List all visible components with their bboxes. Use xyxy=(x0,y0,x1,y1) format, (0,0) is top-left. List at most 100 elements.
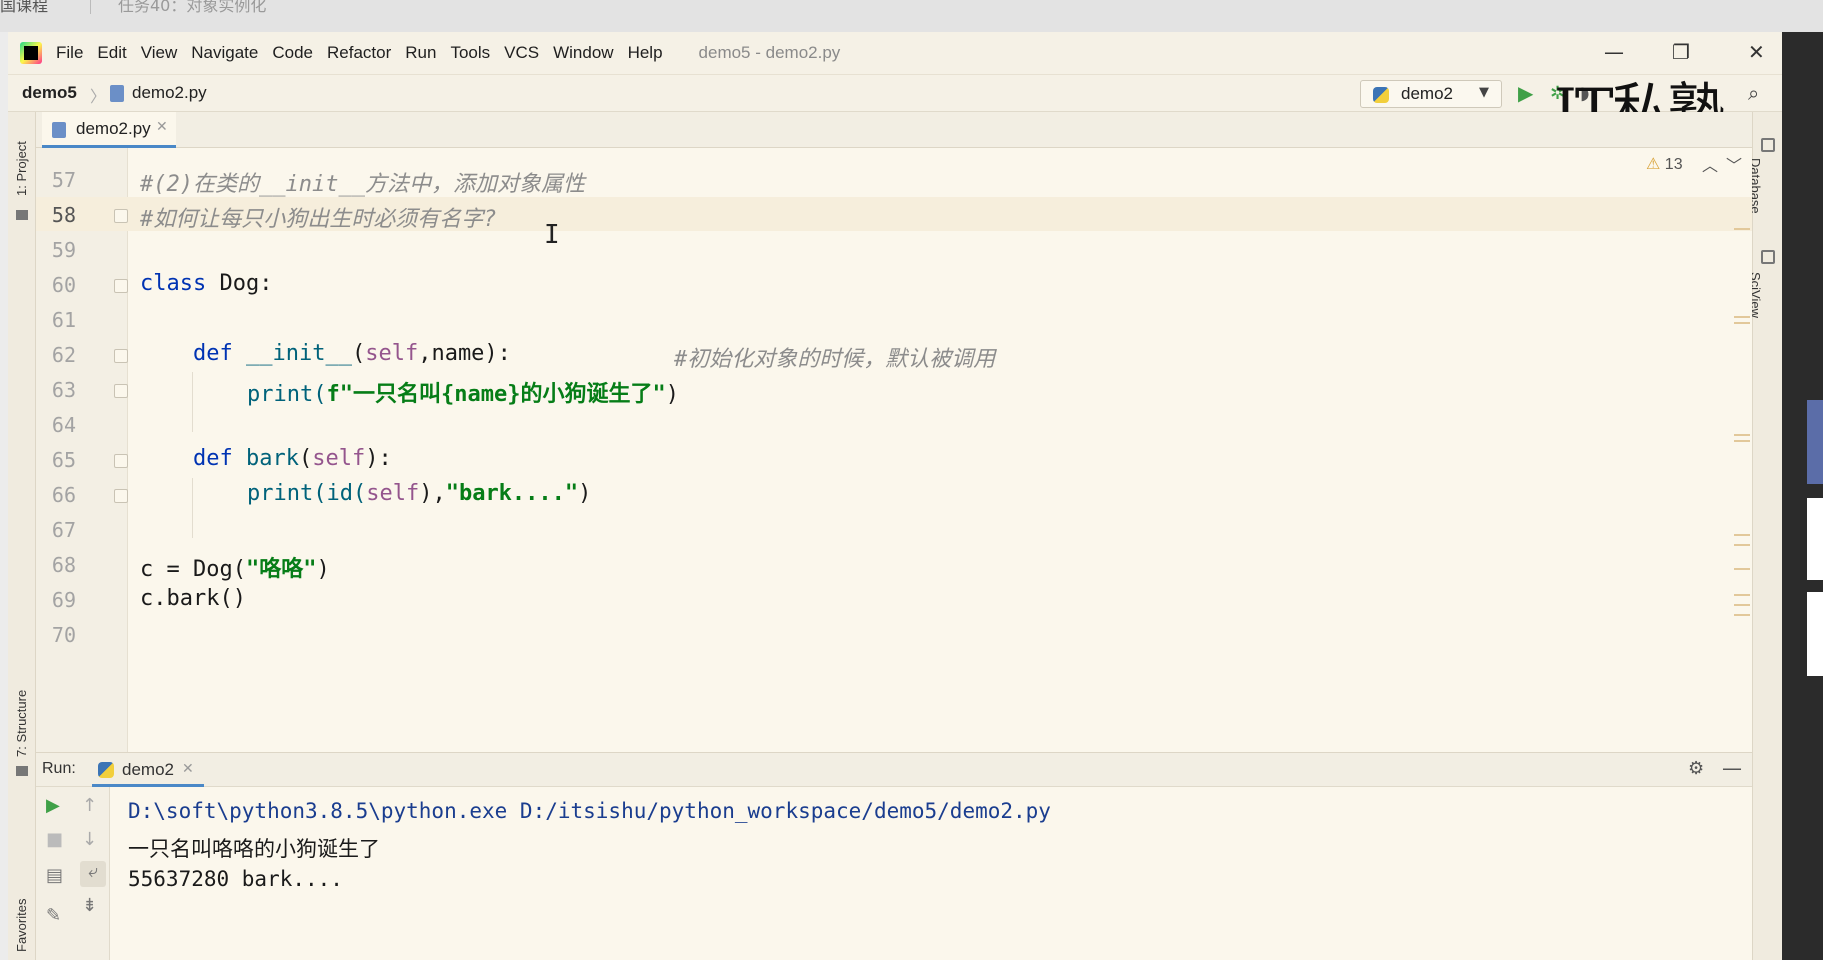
menu-bar: File Edit View Navigate Code Refactor Ru… xyxy=(8,32,1782,74)
code-string: f"一只名叫{name}的小狗诞生了" xyxy=(326,382,666,407)
ide-window: File Edit View Navigate Code Refactor Ru… xyxy=(8,32,1782,960)
folder-icon xyxy=(16,210,28,220)
error-stripe-marker[interactable] xyxy=(1734,228,1750,230)
right-border-block xyxy=(1807,498,1823,580)
error-stripe-marker[interactable] xyxy=(1734,434,1750,436)
menu-code[interactable]: Code xyxy=(272,43,313,63)
code-string: "bark...." xyxy=(445,481,579,506)
code-line: class Dog: xyxy=(140,271,272,296)
python-icon xyxy=(98,762,114,778)
error-stripe-marker[interactable] xyxy=(1734,322,1750,324)
gear-icon[interactable]: ⚙ xyxy=(1688,758,1704,779)
rerun-icon[interactable]: ▶ xyxy=(46,795,60,816)
error-stripe-marker[interactable] xyxy=(1734,568,1750,570)
close-tab-icon[interactable]: ✕ xyxy=(182,761,194,777)
layout-icon[interactable]: ▤ xyxy=(46,865,63,886)
line-number: 70 xyxy=(51,623,76,647)
stop-icon[interactable]: ■ xyxy=(46,829,63,850)
next-highlight-icon[interactable]: ﹀ xyxy=(1726,152,1742,176)
error-stripe-marker[interactable] xyxy=(1734,440,1750,442)
window-title: demo5 - demo2.py xyxy=(698,43,841,62)
editor-tab-label: demo2.py xyxy=(76,119,151,138)
menu-refactor[interactable]: Refactor xyxy=(327,43,391,63)
fold-marker[interactable] xyxy=(114,209,128,223)
code-function: bark xyxy=(246,446,299,471)
run-icon[interactable]: ▶ xyxy=(1518,81,1533,105)
minimize-button[interactable]: — xyxy=(1604,40,1624,64)
editor-tab-demo2[interactable]: demo2.py ✕ xyxy=(42,112,176,148)
menu-edit[interactable]: Edit xyxy=(97,43,126,63)
code-text: ): xyxy=(365,446,392,471)
line-number: 65 xyxy=(51,448,76,472)
pin-icon[interactable]: ✎ xyxy=(46,905,61,926)
code-text: ), xyxy=(419,481,446,506)
line-number: 67 xyxy=(51,518,76,542)
code-text: c = Dog( xyxy=(140,557,246,582)
right-border xyxy=(1782,32,1823,960)
code-line: c.bark() xyxy=(140,586,246,611)
menu-window[interactable]: Window xyxy=(553,43,613,63)
code-keyword: def xyxy=(193,446,233,471)
fold-marker[interactable] xyxy=(114,454,128,468)
error-stripe-marker[interactable] xyxy=(1734,614,1750,616)
breadcrumb-chevron-icon: 〉 xyxy=(90,87,107,106)
error-stripe-marker[interactable] xyxy=(1734,534,1750,536)
line-number: 59 xyxy=(51,238,76,262)
tool-tab-project[interactable]: 1: Project xyxy=(14,141,29,196)
inspections-widget[interactable]: ⚠ 13 xyxy=(1646,154,1683,174)
restore-button[interactable]: ❐ xyxy=(1672,40,1690,64)
error-stripe-marker[interactable] xyxy=(1734,316,1750,318)
previous-highlight-icon[interactable]: ︿ xyxy=(1702,152,1718,176)
code-text: ( xyxy=(298,446,313,471)
line-number: 61 xyxy=(51,308,76,332)
code-text: ( xyxy=(351,341,366,366)
scroll-to-end-icon[interactable]: ⇟ xyxy=(82,895,97,916)
soft-wrap-icon[interactable]: ⤶ xyxy=(80,861,106,887)
code-text: Dog: xyxy=(206,271,273,296)
code-editor[interactable]: 56 57 58 59 60 61 62 63 64 65 66 67 68 6… xyxy=(36,148,1752,752)
menu-run[interactable]: Run xyxy=(405,43,436,63)
code-self: self xyxy=(366,481,420,506)
minimize-panel-icon[interactable]: — xyxy=(1722,756,1742,780)
error-stripe-marker[interactable] xyxy=(1734,604,1750,606)
fold-marker[interactable] xyxy=(114,349,128,363)
fold-marker[interactable] xyxy=(114,489,128,503)
menu-view[interactable]: View xyxy=(141,43,178,63)
run-tab-demo2[interactable]: demo2 xyxy=(122,760,174,780)
line-number: 62 xyxy=(51,343,76,367)
top-strip: 国课程 任务40：对象实例化 xyxy=(0,0,1823,32)
error-stripe-marker[interactable] xyxy=(1734,594,1750,596)
run-toolbar: ▶ ■ ↑ ↓ ▤ ⤶ ✎ ⇟ xyxy=(36,787,110,960)
python-file-icon xyxy=(52,122,66,138)
close-window-button[interactable]: ✕ xyxy=(1748,40,1765,64)
menu-navigate[interactable]: Navigate xyxy=(191,43,258,63)
code-text: ) xyxy=(665,382,679,407)
error-stripe-marker[interactable] xyxy=(1734,544,1750,546)
fold-marker[interactable] xyxy=(114,279,128,293)
run-configuration-select[interactable]: demo2 ▼ xyxy=(1360,80,1502,108)
tool-tab-structure[interactable]: 7: Structure xyxy=(14,690,29,757)
up-arrow-icon[interactable]: ↑ xyxy=(82,795,97,816)
code-text: c.bark() xyxy=(140,586,246,611)
breadcrumb-project[interactable]: demo5 xyxy=(22,83,77,103)
search-icon[interactable]: ⌕ xyxy=(1748,81,1759,105)
menu-file[interactable]: File xyxy=(56,43,83,63)
line-number: 68 xyxy=(51,553,76,577)
menu-help[interactable]: Help xyxy=(628,43,663,63)
line-number: 63 xyxy=(51,378,76,402)
run-label: Run: xyxy=(42,760,76,777)
close-tab-icon[interactable]: ✕ xyxy=(156,119,168,135)
code-line: #如何让每只小狗出生时必须有名字? xyxy=(140,201,497,233)
breadcrumb-file[interactable]: demo2.py xyxy=(132,83,207,103)
line-number: 57 xyxy=(51,168,76,192)
tool-tab-favorites[interactable]: Favorites xyxy=(14,899,29,952)
line-number: 66 xyxy=(51,483,76,507)
down-arrow-icon[interactable]: ↓ xyxy=(82,829,97,850)
console-command-line: D:\soft\python3.8.5\python.exe D:/itsish… xyxy=(128,799,1051,823)
code-self: self xyxy=(312,446,366,471)
python-icon xyxy=(1373,87,1389,103)
menu-vcs[interactable]: VCS xyxy=(504,43,539,63)
fold-marker[interactable] xyxy=(114,384,128,398)
menu-tools[interactable]: Tools xyxy=(450,43,490,63)
text-cursor-icon: I xyxy=(544,220,560,250)
